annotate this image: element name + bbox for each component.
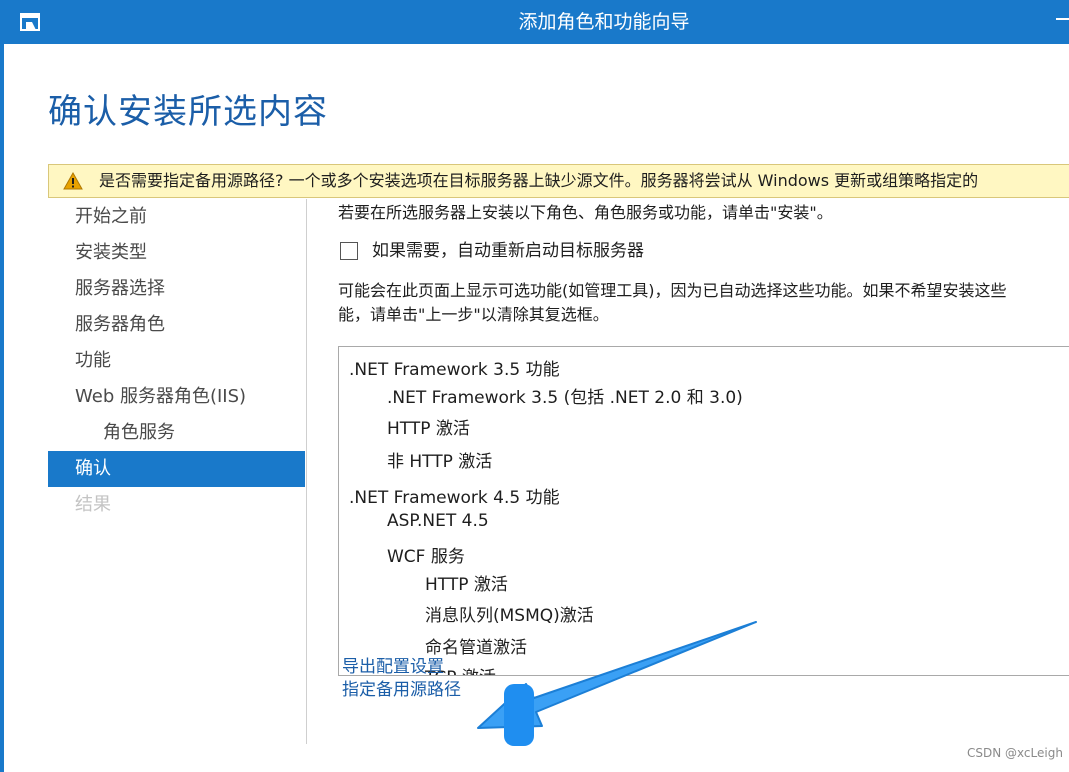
intro-text: 若要在所选服务器上安装以下角色、角色服务或功能，请单击"安装"。 [338,203,833,222]
warning-text: 是否需要指定备用源路径? 一个或多个安装选项在目标服务器上缺少源文件。服务器将尝… [99,171,979,190]
action-links: 导出配置设置 指定备用源路径 [342,656,461,702]
nav-item-server-selection[interactable]: 服务器选择 [48,271,305,307]
warning-icon [63,172,83,190]
restart-checkbox-label[interactable]: 如果需要，自动重新启动目标服务器 [372,239,644,263]
wizard-window: 添加角色和功能向导 确认安装所选内容 是否需要指定备用源路径? 一个或多个安装选… [0,0,1069,772]
window-title: 添加角色和功能向导 [518,11,690,33]
watermark: CSDN @xcLeigh [967,746,1063,760]
specify-alternate-source-link[interactable]: 指定备用源路径 [342,679,461,702]
nav-item-installation-type[interactable]: 安装类型 [48,235,305,271]
list-item: .NET Framework 4.5 功能 [349,488,560,508]
nav-item-results: 结果 [75,494,111,515]
list-item: .NET Framework 3.5 功能 [349,360,560,380]
list-item: HTTP 激活 [387,419,470,439]
wizard-nav: 开始之前 安装类型 服务器选择 服务器角色 功能 Web 服务器角色(IIS) … [48,199,305,523]
page-title: 确认安装所选内容 [48,92,328,132]
warning-banner[interactable]: 是否需要指定备用源路径? 一个或多个安装选项在目标服务器上缺少源文件。服务器将尝… [48,164,1069,198]
restart-checkbox[interactable] [340,242,358,260]
list-item: 非 HTTP 激活 [387,452,493,472]
annotation-arrow [477,621,757,746]
list-item: HTTP 激活 [425,575,508,595]
note-line-1: 可能会在此页面上显示可选功能(如管理工具)，因为已自动选择这些功能。如果不希望安… [338,281,1007,300]
nav-item-confirmation[interactable]: 确认 [48,451,305,487]
nav-item-web-server-role[interactable]: Web 服务器角色(IIS) [48,379,305,415]
export-config-link[interactable]: 导出配置设置 [342,656,461,679]
nav-item-role-services[interactable]: 角色服务 [48,415,305,451]
list-item: WCF 服务 [387,547,465,567]
optional-features-note: 可能会在此页面上显示可选功能(如管理工具)，因为已自动选择这些功能。如果不希望安… [338,279,1069,327]
nav-item-server-roles[interactable]: 服务器角色 [48,307,305,343]
note-line-2: 能，请单击"上一步"以清除其复选框。 [338,305,609,324]
list-item: .NET Framework 3.5 (包括 .NET 2.0 和 3.0) [387,388,743,408]
title-bar[interactable]: 添加角色和功能向导 [4,0,1069,44]
list-item: ASP.NET 4.5 [387,511,489,531]
nav-item-before-you-begin[interactable]: 开始之前 [48,199,305,235]
nav-divider [306,199,307,744]
minimize-button[interactable] [1044,0,1069,32]
nav-item-features[interactable]: 功能 [48,343,305,379]
